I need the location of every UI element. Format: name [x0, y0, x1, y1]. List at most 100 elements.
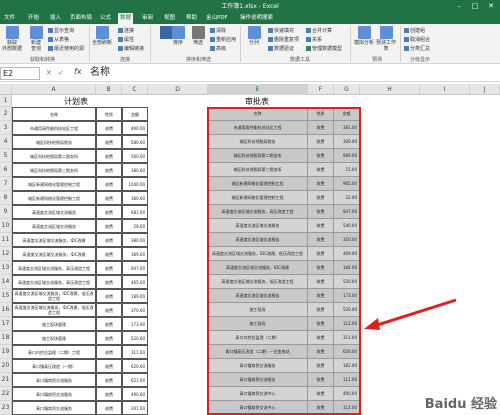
tab-formulas[interactable]: 公式	[98, 13, 113, 24]
plan-cell[interactable]: 380.00	[122, 233, 148, 247]
plan-cell[interactable]: 560.00	[122, 149, 148, 163]
plan-cell[interactable]: 380.00	[122, 163, 148, 177]
tab-home[interactable]: 开始	[26, 13, 41, 24]
plan-cell[interactable]: 收费	[96, 275, 122, 289]
plan-cell[interactable]: 465.00	[122, 275, 148, 289]
tab-page-layout[interactable]: 页面布局	[68, 13, 94, 24]
plan-cell[interactable]: 580.00	[122, 135, 148, 149]
column-header-d[interactable]: D	[148, 84, 208, 95]
plan-cell[interactable]: 490.00	[122, 387, 148, 401]
plan-cell[interactable]: 311.00	[122, 345, 148, 359]
column-header-g[interactable]: G	[334, 84, 360, 95]
name-box[interactable]: E2	[0, 67, 40, 80]
plan-cell[interactable]: 城区新建网络化管理控制工程	[12, 191, 96, 205]
row-header-17[interactable]: 17	[0, 317, 12, 331]
plan-cell[interactable]: 青口内控总监理（二期）工程	[12, 345, 96, 359]
minimize-icon[interactable]: –	[452, 0, 466, 13]
tab-data[interactable]: 数据	[118, 13, 134, 24]
clear-button[interactable]: 清除	[210, 27, 226, 34]
plan-header-cell[interactable]: 名称	[12, 107, 96, 121]
column-header-h[interactable]: H	[360, 84, 420, 95]
plan-cell[interactable]: 高速度交流区域交流服务，IDC改建	[12, 247, 96, 261]
plan-cell[interactable]: 收费	[96, 121, 122, 135]
plan-cell[interactable]: 520.00	[122, 331, 148, 345]
new-query-button[interactable]: 新建 查询	[26, 26, 46, 52]
plan-cell[interactable]: 收费	[96, 289, 122, 303]
refresh-all-button[interactable]: 全部刷新	[92, 26, 112, 46]
tab-review[interactable]: 审阅	[140, 13, 155, 24]
plan-cell[interactable]: 947.00	[122, 261, 148, 275]
maximize-icon[interactable]: □	[468, 0, 482, 13]
plan-cell[interactable]: 市通用高性能科技站区工程	[12, 121, 96, 135]
plan-cell[interactable]: 施工现场管理	[12, 317, 96, 331]
plan-cell[interactable]: 高速度交流区域交流服务，高压改造工程	[12, 261, 96, 275]
row-header-6[interactable]: 6	[0, 163, 12, 177]
tab-view[interactable]: 视图	[162, 13, 177, 24]
plan-cell[interactable]: 收费	[96, 163, 122, 177]
plan-cell[interactable]: 城区科技地税局第二税务所	[12, 149, 96, 163]
plan-cell[interactable]: 189.00	[122, 289, 148, 303]
plan-cell[interactable]: 高速度交流区域交流服务，IDC改建	[12, 233, 96, 247]
plan-cell[interactable]: 收费	[96, 401, 122, 415]
plan-cell[interactable]: 高速度交流区域交流服务，IDC改建，低压改造工程	[12, 303, 96, 317]
plan-header-cell[interactable]: 金额	[122, 107, 148, 121]
reapply-button[interactable]: 重新应用	[210, 36, 236, 43]
plan-cell[interactable]: 收费	[96, 205, 122, 219]
plan-cell[interactable]: 收费	[96, 373, 122, 387]
relationships-button[interactable]: 关系	[306, 36, 322, 43]
column-header-e[interactable]: E	[208, 84, 308, 95]
row-header-2[interactable]: 2	[0, 107, 12, 121]
plan-cell[interactable]: 青口镇高压改造（一期）	[12, 359, 96, 373]
tab-insert[interactable]: 插入	[48, 13, 63, 24]
tab-kingsoft-pdf[interactable]: 金山PDF	[204, 13, 230, 24]
row-header-20[interactable]: 20	[0, 359, 12, 373]
subtotal-button[interactable]: 分类汇总	[404, 45, 430, 52]
plan-cell[interactable]: 城区新建网络化管理控制工程	[12, 177, 96, 191]
connections-button[interactable]: 连接	[118, 27, 134, 34]
column-header-j[interactable]: J	[470, 84, 500, 95]
properties-button[interactable]: 属性	[118, 36, 134, 43]
plan-cell[interactable]: 城区科技地税局第三税务所	[12, 163, 96, 177]
plan-cell[interactable]: 高速度交流区域交流服务，IDC改建，低压改造工程	[12, 289, 96, 303]
enter-icon[interactable]: ✓	[58, 69, 64, 77]
ungroup-button[interactable]: 取消组合	[404, 36, 430, 43]
data-model-button[interactable]: 管理数据模型	[306, 45, 342, 52]
row-header-19[interactable]: 19	[0, 345, 12, 359]
row-header-10[interactable]: 10	[0, 219, 12, 233]
plan-cell[interactable]: 621.00	[122, 373, 148, 387]
row-header-11[interactable]: 11	[0, 233, 12, 247]
plan-cell[interactable]: 收费	[96, 247, 122, 261]
select-all-corner[interactable]	[0, 84, 12, 95]
plan-cell[interactable]: 389.00	[122, 247, 148, 261]
plan-cell[interactable]: 收费	[96, 345, 122, 359]
formula-input[interactable]: 名称	[90, 66, 110, 80]
consolidate-button[interactable]: 合并计算	[306, 27, 332, 34]
plan-cell[interactable]: 收费	[96, 359, 122, 373]
column-header-c[interactable]: C	[122, 84, 148, 95]
row-header-21[interactable]: 21	[0, 373, 12, 387]
plan-cell[interactable]: 681.00	[122, 205, 148, 219]
advanced-button[interactable]: 高级	[210, 45, 226, 52]
plan-cell[interactable]: 青口镇商贸交流服务	[12, 401, 96, 415]
cancel-icon[interactable]: ✕	[46, 69, 52, 77]
edit-links-button[interactable]: 编辑链接	[118, 45, 144, 52]
forecast-sheet-button[interactable]: 预测工作表	[376, 26, 396, 52]
row-header-4[interactable]: 4	[0, 135, 12, 149]
row-header-14[interactable]: 14	[0, 275, 12, 289]
plan-cell[interactable]: 高速度交流区域交流服务，高压改造工程	[12, 275, 96, 289]
from-table-button[interactable]: 从表格	[48, 36, 69, 43]
plan-cell[interactable]: 收费	[96, 303, 122, 317]
plan-cell[interactable]: 收费	[96, 149, 122, 163]
plan-cell[interactable]: 29.00	[122, 219, 148, 233]
plan-cell[interactable]: 收费	[96, 219, 122, 233]
plan-cell[interactable]: 收费	[96, 135, 122, 149]
plan-cell[interactable]: 高速度交流区域交流服务	[12, 205, 96, 219]
plan-cell[interactable]: 490.00	[122, 121, 148, 135]
plan-cell[interactable]: 380.00	[122, 191, 148, 205]
row-header-16[interactable]: 16	[0, 303, 12, 317]
insert-function-button[interactable]: fx	[74, 67, 82, 76]
plan-cell[interactable]: 收费	[96, 387, 122, 401]
tab-file[interactable]: 文件	[2, 13, 17, 24]
plan-header-cell[interactable]: 性质	[96, 107, 122, 121]
plan-cell[interactable]: 341.00	[122, 401, 148, 415]
